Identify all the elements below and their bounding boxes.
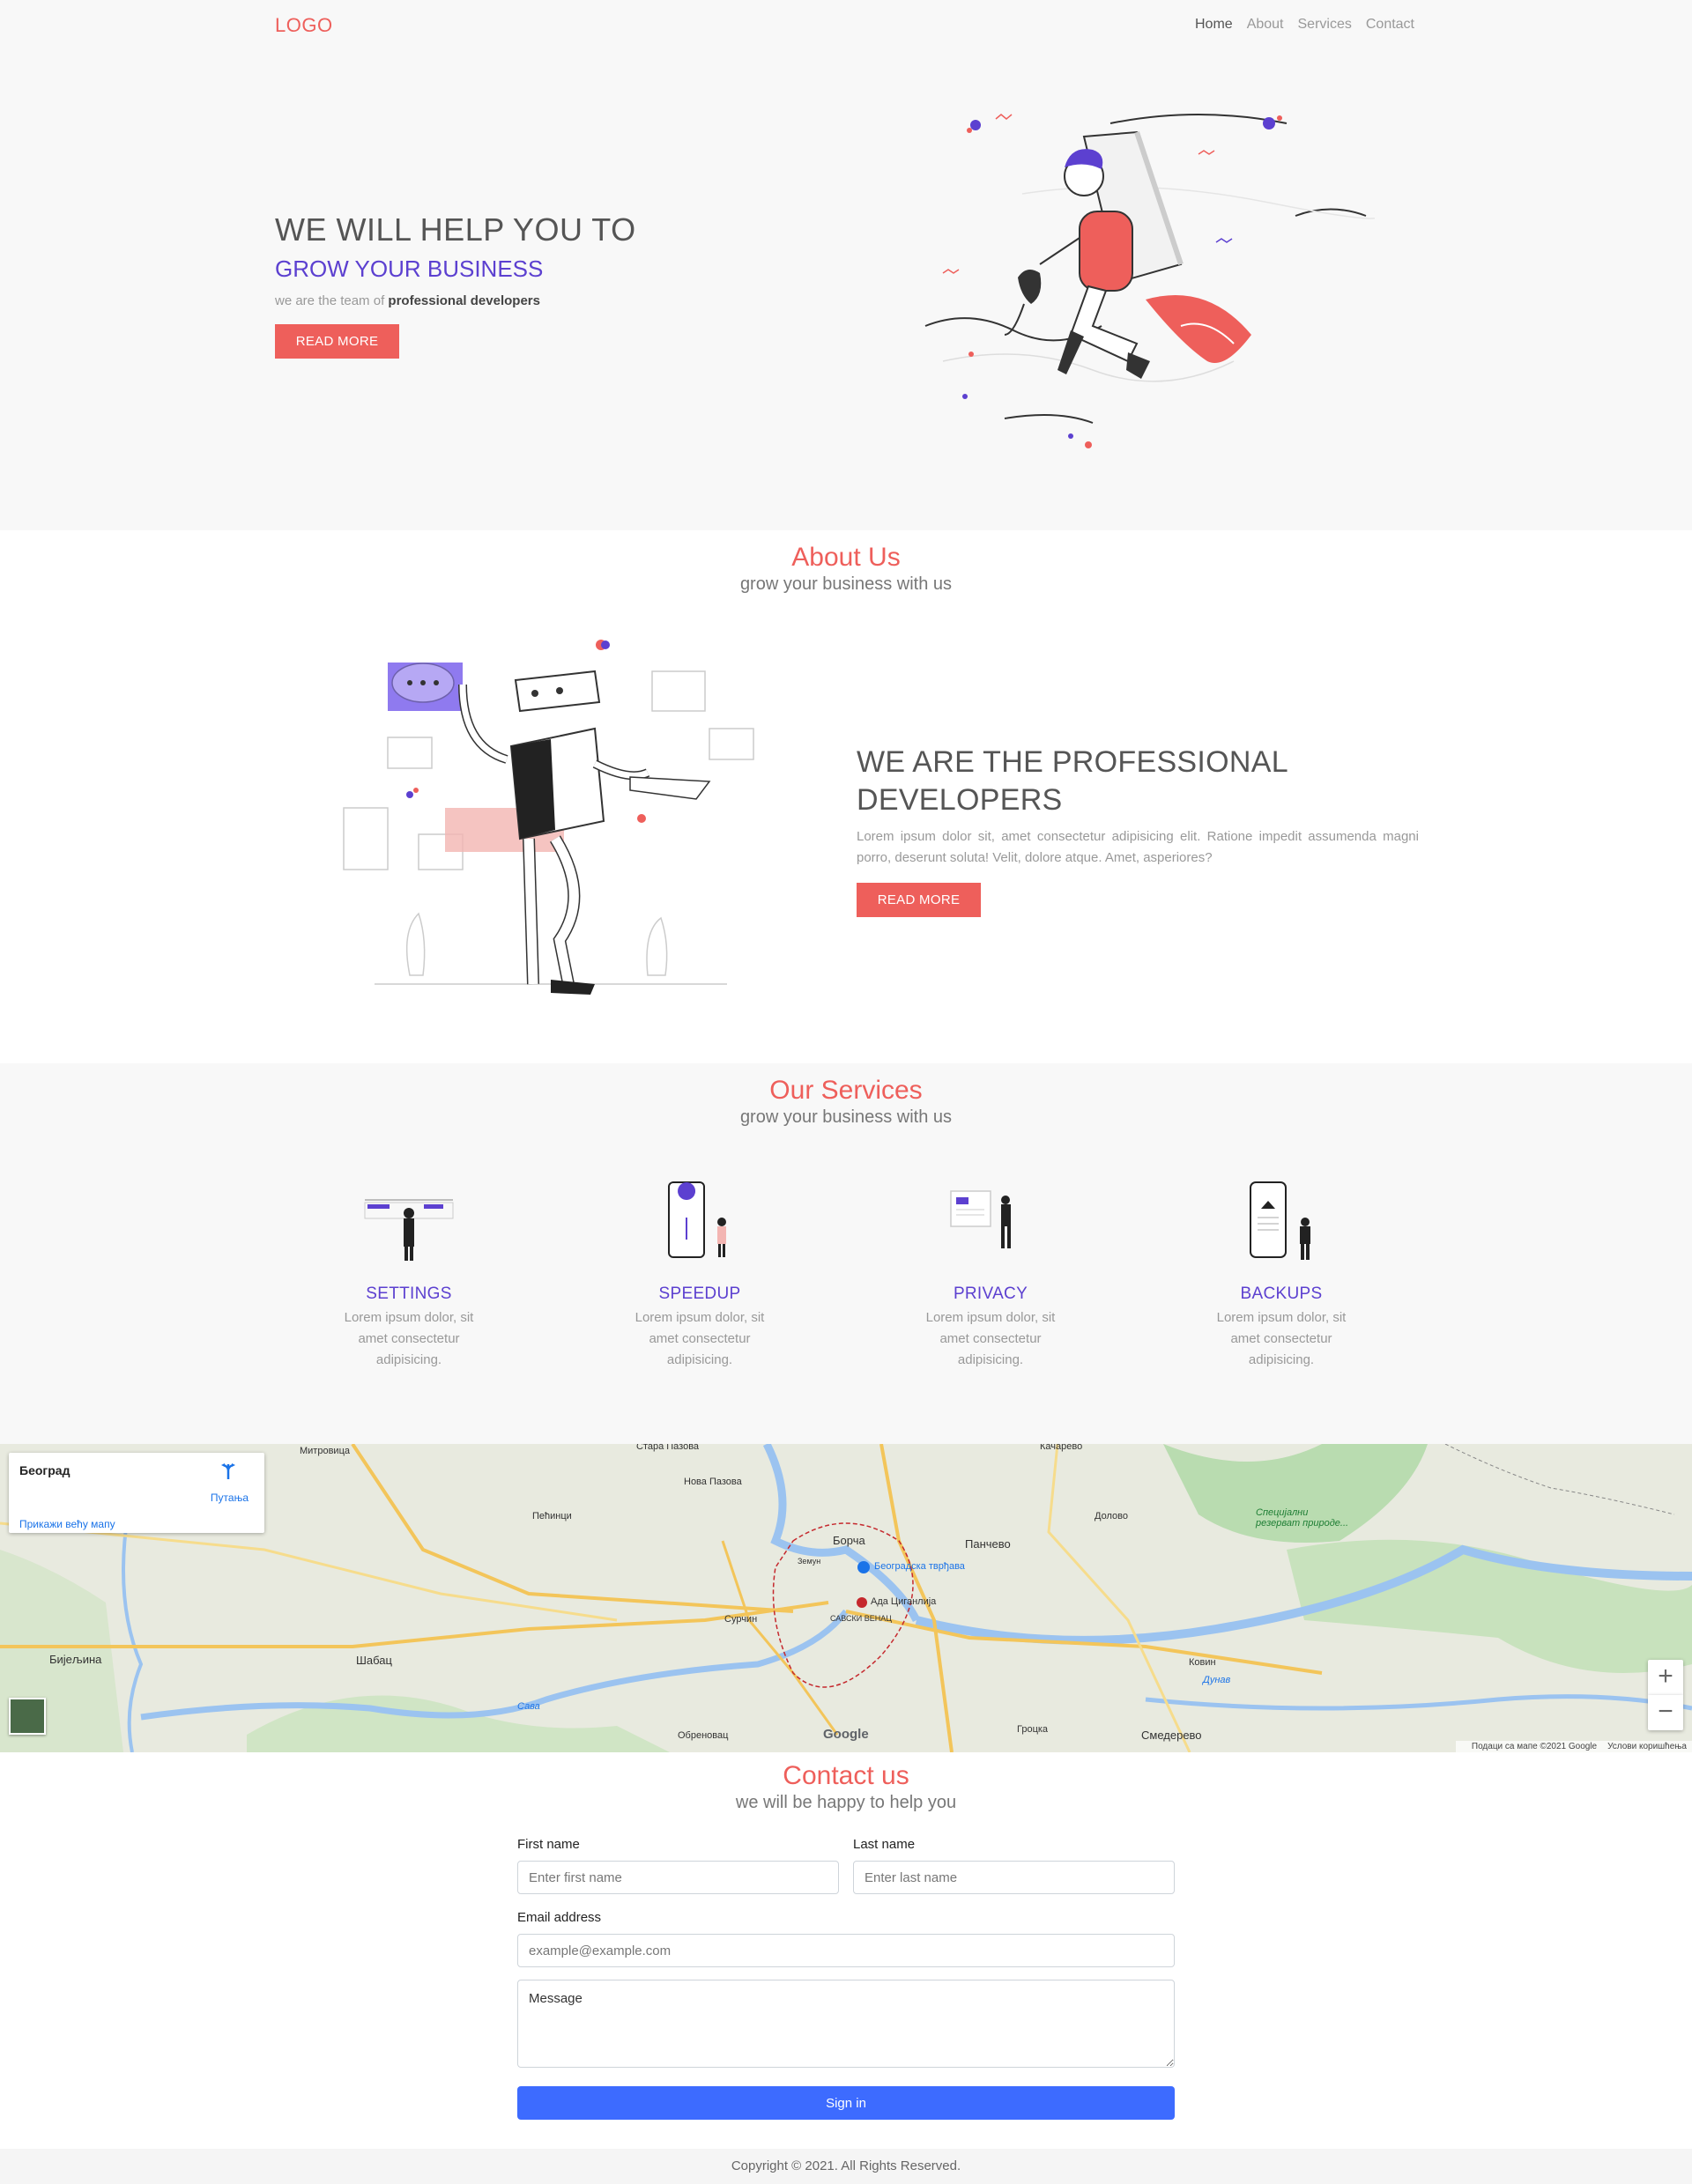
privacy-icon <box>950 1190 1011 1248</box>
map-label-kovin: Ковин <box>1189 1657 1216 1668</box>
map-satellite-toggle[interactable] <box>9 1698 46 1735</box>
nav-link-contact[interactable]: Contact <box>1366 17 1414 33</box>
about-text: WE ARE THE PROFESSIONAL DEVELOPERS Lorem… <box>857 744 1419 917</box>
service-card-backups: BACKUPS Lorem ipsum dolor, sit amet cons… <box>1202 1178 1361 1371</box>
map-label-pecinci: Пећинци <box>532 1511 572 1521</box>
message-textarea[interactable] <box>517 1980 1175 2068</box>
first-name-label: First name <box>517 1837 580 1852</box>
name-row: First name Last name <box>517 1837 1175 1894</box>
last-name-group: Last name <box>853 1837 1175 1894</box>
map-label-sava-river: Сава <box>517 1701 540 1712</box>
hero-tagline: we are the team of professional develope… <box>275 293 636 308</box>
map-label-pancevo: Панчево <box>965 1537 1011 1551</box>
map-label-nova-pazova: Нова Пазова <box>684 1477 742 1487</box>
footer: Copyright © 2021. All Rights Reserved. <box>0 2149 1692 2184</box>
map-label-stara-pazova: Стара Пазова <box>636 1444 700 1452</box>
service-name: SPEEDUP <box>658 1284 741 1303</box>
map-label-bijeljina: Бијељина <box>49 1653 102 1666</box>
map-label-special-reserve: Специјални резерват природе... <box>1256 1507 1349 1529</box>
service-desc: Lorem ipsum dolor, sit amet consectetur … <box>344 1310 474 1367</box>
map-label-belgrade-fortress: Београдска тврђава <box>874 1561 965 1572</box>
hero-text: WE WILL HELP YOU TO GROW YOUR BUSINESS w… <box>275 211 636 359</box>
map-label-surcin: Сурчин <box>724 1614 758 1625</box>
map-label-ada-ciganlija: Ада Циганлија <box>871 1596 937 1607</box>
map-label-borca: Борча <box>833 1534 865 1547</box>
service-card-settings: SETTINGS Lorem ipsum dolor, sit amet con… <box>330 1178 488 1371</box>
copyright-text: Copyright © 2021. All Rights Reserved. <box>731 2158 961 2173</box>
map-label-smederevo: Смедерево <box>1141 1729 1202 1742</box>
service-name: BACKUPS <box>1240 1284 1323 1303</box>
nav-link-about[interactable]: About <box>1247 17 1284 33</box>
map-label-mitrovica: Митровица <box>300 1446 350 1456</box>
service-name: PRIVACY <box>953 1284 1028 1303</box>
contact-subtitle: we will be happy to help you <box>735 1793 957 1812</box>
contact-section: Contact us we will be happy to help you … <box>0 1752 1692 2149</box>
navbar: LOGO Home About Services Contact <box>0 0 1692 51</box>
map-label-obrenovac: Обреновац <box>678 1730 729 1741</box>
about-section: About Us grow your business with us WE A… <box>0 530 1692 1063</box>
map-city-name: Београд <box>19 1463 70 1477</box>
email-input[interactable] <box>517 1934 1175 1967</box>
last-name-label: Last name <box>853 1837 916 1852</box>
map-info-card: Београд Путања Прикажи већу мапу <box>9 1453 264 1533</box>
about-paragraph: Lorem ipsum dolor sit, amet consectetur … <box>857 829 1419 865</box>
nav-link-home[interactable]: Home <box>1195 17 1233 33</box>
map-zoom-out-button[interactable]: − <box>1648 1695 1683 1730</box>
sign-in-button[interactable]: Sign in <box>517 2086 1175 2120</box>
map-directions-link[interactable]: Путања <box>211 1492 249 1504</box>
hero-tagline-bold: professional developers <box>388 293 540 308</box>
email-label: Email address <box>517 1910 602 1925</box>
about-title: About Us <box>791 543 901 572</box>
directions-icon[interactable] <box>219 1462 238 1481</box>
about-subtitle: grow your business with us <box>739 574 953 594</box>
map-data-credit: Подаци са мапе ©2021 Google <box>1471 1742 1598 1751</box>
backups-icon <box>1250 1181 1310 1260</box>
map-attribution: Подаци са мапе ©2021 Google Услови коришћ… <box>1455 1741 1692 1752</box>
about-heading: WE ARE THE PROFESSIONAL DEVELOPERS <box>857 745 1288 817</box>
service-desc: Lorem ipsum dolor, sit amet consectetur … <box>1216 1310 1347 1367</box>
services-subtitle: grow your business with us <box>739 1107 953 1127</box>
services-title: Our Services <box>769 1076 923 1105</box>
robot-illustration <box>343 640 754 995</box>
contact-form: First name Last name Email address Sign … <box>517 1837 1175 2120</box>
map-label-sabac: Шабац <box>356 1654 392 1667</box>
first-name-input[interactable] <box>517 1861 839 1894</box>
map-label-zemun: Земун <box>798 1557 821 1566</box>
service-desc: Lorem ipsum dolor, sit amet consectetur … <box>634 1310 765 1367</box>
service-card-speedup: SPEEDUP Lorem ipsum dolor, sit amet cons… <box>620 1178 779 1371</box>
about-read-more-button[interactable]: READ MORE <box>857 883 981 917</box>
service-desc: Lorem ipsum dolor, sit amet consectetur … <box>925 1310 1056 1367</box>
service-name: SETTINGS <box>366 1284 452 1303</box>
hero-read-more-button[interactable]: READ MORE <box>275 324 399 359</box>
message-group <box>517 1980 1175 2072</box>
nav-link-services[interactable]: Services <box>1298 17 1352 33</box>
services-section: Our Services grow your business with us … <box>0 1063 1692 1444</box>
logo[interactable]: LOGO <box>275 14 333 37</box>
hero-title: WE WILL HELP YOU TO <box>275 211 636 248</box>
map-zoom-in-button[interactable]: + <box>1648 1660 1683 1695</box>
settings-icon <box>364 1199 454 1261</box>
hero-subtitle: GROW YOUR BUSINESS <box>275 255 544 282</box>
rocket-boy-illustration <box>924 114 1375 448</box>
map-label-danube-river: Дунав <box>1203 1675 1231 1685</box>
google-map[interactable]: Митровица Стара Пазова Нова Пазова Пећин… <box>0 1444 1692 1752</box>
hero-section: LOGO Home About Services Contact WE WILL… <box>0 0 1692 530</box>
contact-title: Contact us <box>783 1761 909 1790</box>
map-label-grocka: Гроцка <box>1017 1724 1049 1735</box>
google-logo: Google <box>823 1727 869 1742</box>
map-view-larger-link[interactable]: Прикажи већу мапу <box>19 1518 115 1530</box>
last-name-input[interactable] <box>853 1861 1175 1894</box>
map-terms-link[interactable]: Услови коришћења <box>1607 1742 1687 1751</box>
map-label-dolovo: Долово <box>1095 1511 1128 1521</box>
email-group: Email address <box>517 1910 1175 1967</box>
speedup-icon <box>668 1181 726 1258</box>
first-name-group: First name <box>517 1837 839 1894</box>
map-label-savski-venac: САВСКИ ВЕНАЦ <box>830 1614 892 1623</box>
nav-links: Home About Services Contact <box>1195 17 1414 33</box>
service-card-privacy: PRIVACY Lorem ipsum dolor, sit amet cons… <box>911 1178 1070 1371</box>
hero-tagline-prefix: we are the team of <box>275 293 389 308</box>
map-label-kacarevo: Качарево <box>1040 1444 1083 1452</box>
